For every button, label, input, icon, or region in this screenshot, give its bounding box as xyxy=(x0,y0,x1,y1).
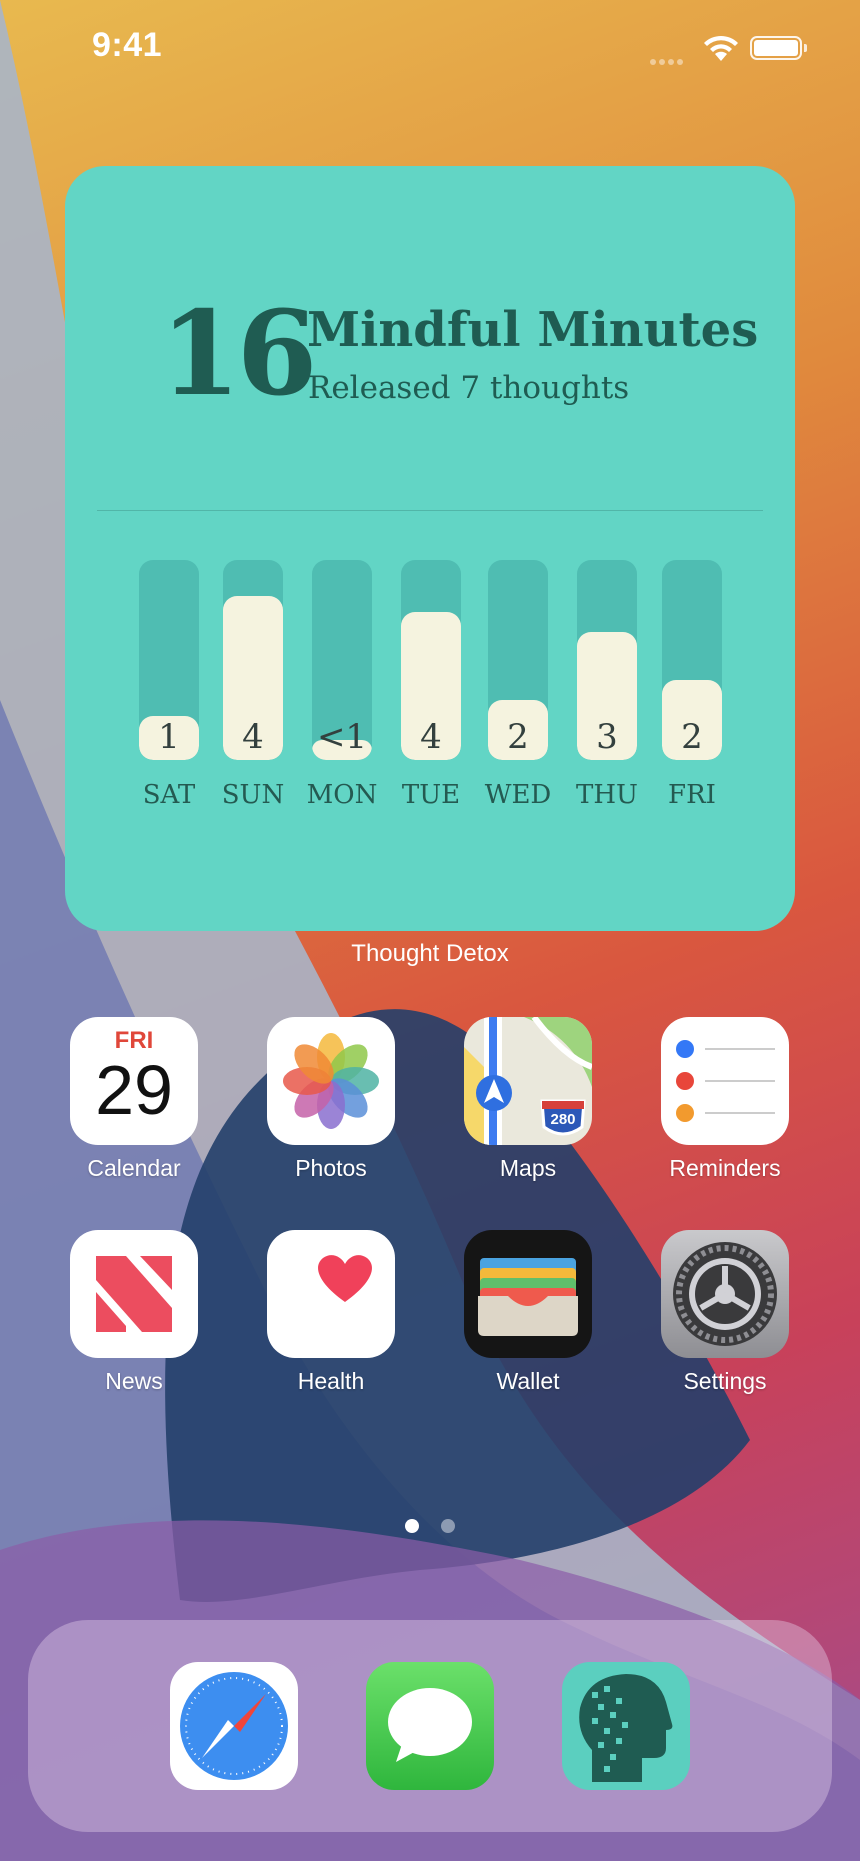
bar-day-label: WED xyxy=(484,780,552,810)
bar-day-label: MON xyxy=(306,780,378,810)
widget-subtitle: Released 7 thoughts xyxy=(308,370,630,406)
app-label-settings: Settings xyxy=(683,1368,767,1394)
dock xyxy=(28,1620,832,1832)
calendar-icon: FRI 29 xyxy=(70,1017,198,1145)
calendar-date: 29 xyxy=(95,1051,173,1129)
maps-route-number: 280 xyxy=(550,1111,576,1128)
photos-icon xyxy=(267,1017,395,1145)
bar-track: 4 xyxy=(223,560,283,760)
bar-value-label: 2 xyxy=(507,717,529,757)
bar-value-label: 3 xyxy=(596,717,618,757)
bar-sun: 4 SUN xyxy=(222,560,284,810)
bar-value-label: 1 xyxy=(158,717,180,757)
status-time: 9:41 xyxy=(92,26,163,64)
page-dot[interactable] xyxy=(441,1519,456,1533)
bar-track: <1 xyxy=(312,560,372,760)
app-label-news: News xyxy=(105,1368,163,1394)
app-photos[interactable]: Photos xyxy=(246,1017,416,1182)
health-icon xyxy=(267,1230,395,1358)
mindful-minutes-count: 16 xyxy=(160,286,317,422)
app-label-health: Health xyxy=(297,1368,365,1394)
bar-track: 3 xyxy=(577,560,637,760)
thought-detox-widget[interactable]: 16 Mindful Minutes Released 7 thoughts 1… xyxy=(65,166,795,931)
app-label-wallet: Wallet xyxy=(496,1368,560,1394)
app-label-reminders: Reminders xyxy=(669,1155,781,1181)
bar-day-label: TUE xyxy=(401,780,461,810)
app-label-photos: Photos xyxy=(295,1155,367,1181)
widget-title: Mindful Minutes xyxy=(307,302,759,358)
bar-value-label: 4 xyxy=(242,717,264,757)
reminders-icon xyxy=(661,1017,789,1145)
widget-label: Thought Detox xyxy=(351,940,509,967)
bar-value-label: 2 xyxy=(681,717,703,757)
app-calendar[interactable]: FRI 29 Calendar xyxy=(49,1017,219,1182)
bar-thu: 3 THU xyxy=(576,560,638,810)
app-settings[interactable]: Settings xyxy=(640,1230,810,1395)
bar-fri: 2 FRI xyxy=(662,560,722,810)
status-bar: 9:41 xyxy=(0,0,860,100)
page-indicator[interactable] xyxy=(0,1519,860,1538)
news-icon xyxy=(70,1230,198,1358)
bar-day-label: FRI xyxy=(668,780,716,810)
bar-tue: 4 TUE xyxy=(401,560,461,810)
thought-detox-icon[interactable] xyxy=(562,1662,690,1790)
bar-mon: <1 MON xyxy=(307,560,377,810)
bar-sat: 1 SAT xyxy=(139,560,199,810)
cellular-signal-icon xyxy=(650,52,692,65)
page-dot-active[interactable] xyxy=(404,1519,419,1533)
safari-icon[interactable] xyxy=(170,1662,298,1790)
bar-day-label: SUN xyxy=(221,780,285,810)
settings-icon xyxy=(661,1230,789,1358)
wallet-icon xyxy=(464,1230,592,1358)
bar-value-label: 4 xyxy=(420,717,442,757)
weekly-bar-chart: 1 SAT 4 SUN <1 MON 4 TUE 2 WED 3 THU 2 FRI xyxy=(65,560,795,810)
bar-track: 2 xyxy=(488,560,548,760)
messages-icon[interactable] xyxy=(366,1662,494,1790)
app-label-calendar: Calendar xyxy=(87,1155,181,1181)
maps-icon: 280 xyxy=(464,1017,592,1145)
app-label-maps: Maps xyxy=(499,1155,557,1181)
bar-track: 4 xyxy=(401,560,461,760)
battery-icon xyxy=(750,36,807,60)
app-reminders[interactable]: Reminders xyxy=(640,1017,810,1182)
app-maps[interactable]: 280 Maps xyxy=(443,1017,613,1182)
bar-track: 2 xyxy=(662,560,722,760)
bar-track: 1 xyxy=(139,560,199,760)
app-news[interactable]: News xyxy=(49,1230,219,1395)
bar-wed: 2 WED xyxy=(485,560,551,810)
widget-divider xyxy=(97,510,763,511)
app-wallet[interactable]: Wallet xyxy=(443,1230,613,1395)
wifi-icon xyxy=(704,35,738,61)
app-health[interactable]: Health xyxy=(246,1230,416,1395)
bar-value-label: <1 xyxy=(316,717,368,757)
